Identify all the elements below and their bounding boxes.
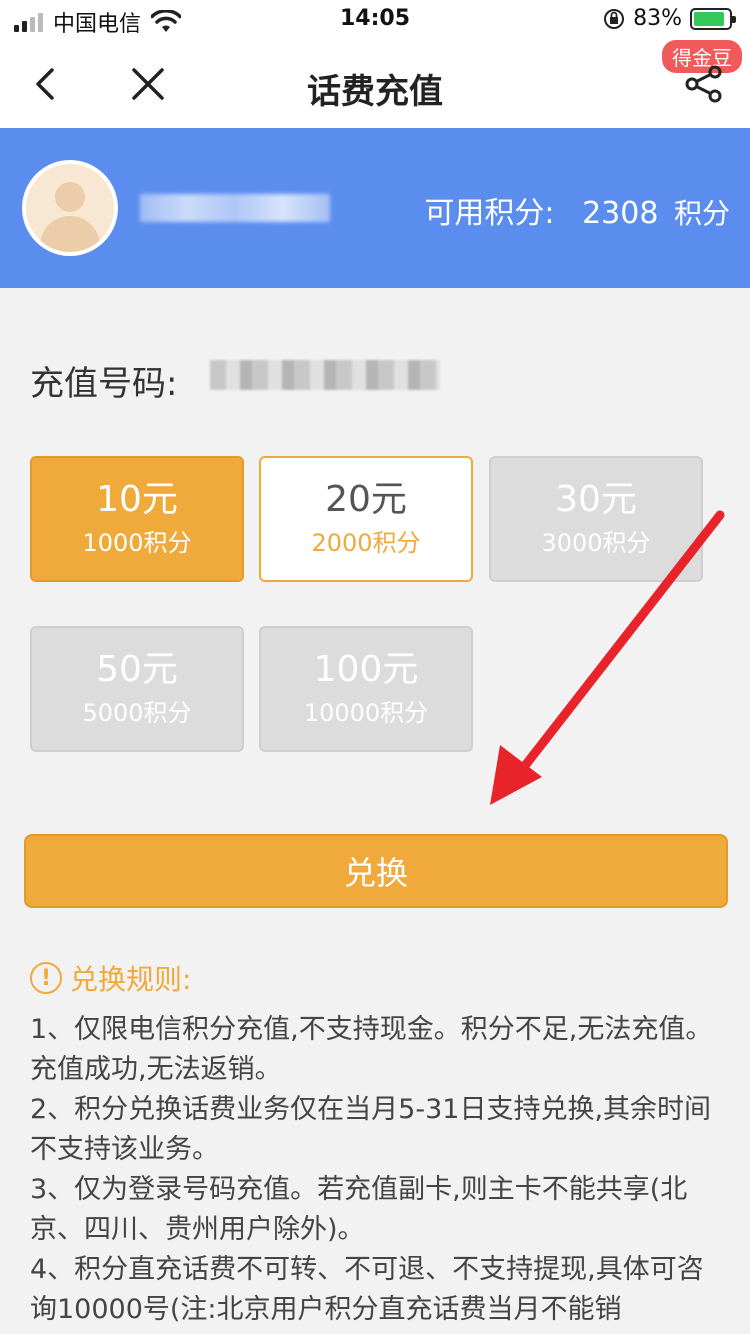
option-50: 50元 5000积分 <box>30 626 244 752</box>
rule-item: 4、积分直充话费不可转、不可退、不支持提现,具体可咨询10000号(注:北京用户… <box>30 1254 704 1325</box>
option-30: 30元 3000积分 <box>489 456 703 582</box>
warning-icon: ! <box>30 962 62 994</box>
points-unit: 积分 <box>673 197 730 230</box>
option-amount: 10元 <box>96 479 178 520</box>
exchange-button[interactable]: 兑换 <box>24 834 728 908</box>
option-points: 1000积分 <box>82 529 192 557</box>
option-20[interactable]: 20元 2000积分 <box>259 456 473 582</box>
nav-bar: 话费充值 得金豆 <box>0 40 750 128</box>
rules-list: 1、仅限电信积分充值,不支持现金。积分不足,无法充值。充值成功,无法返销。 2、… <box>30 1010 722 1330</box>
avatar <box>22 160 118 256</box>
page-title: 话费充值 <box>307 72 443 112</box>
user-header: 可用积分: 2308 积分 <box>0 128 750 288</box>
option-points: 2000积分 <box>311 529 421 557</box>
status-bar: 中国电信 14:05 83% <box>0 0 750 40</box>
battery-icon <box>690 7 736 30</box>
option-10[interactable]: 10元 1000积分 <box>30 456 244 582</box>
share-icon[interactable] <box>682 62 726 106</box>
points-label: 可用积分: <box>424 196 555 231</box>
rule-item: 2、积分兑换话费业务仅在当月5-31日支持兑换,其余时间不支持该业务。 <box>30 1094 712 1165</box>
battery-percent: 83% <box>633 6 682 31</box>
option-points: 5000积分 <box>82 699 192 727</box>
option-amount: 100元 <box>313 649 419 690</box>
available-points: 可用积分: 2308 积分 <box>424 188 730 232</box>
username-masked <box>140 194 330 222</box>
status-right: 83% <box>603 6 736 31</box>
points-value: 2308 <box>582 196 659 231</box>
option-amount: 30元 <box>555 479 637 520</box>
orientation-lock-icon <box>604 8 625 29</box>
option-amount: 20元 <box>325 479 407 520</box>
option-100: 100元 10000积分 <box>259 626 473 752</box>
option-points: 10000积分 <box>303 699 429 727</box>
rule-item: 3、仅为登录号码充值。若充值副卡,则主卡不能共享(北京、四川、贵州用户除外)。 <box>30 1174 688 1245</box>
recharge-number-label: 充值号码: <box>30 364 178 404</box>
rules-title-text: 兑换规则: <box>70 963 192 996</box>
option-points: 3000积分 <box>541 529 651 557</box>
option-amount: 50元 <box>96 649 178 690</box>
rules-title: ! 兑换规则: <box>30 958 191 998</box>
rule-item: 1、仅限电信积分充值,不支持现金。积分不足,无法充值。充值成功,无法返销。 <box>30 1014 713 1085</box>
recharge-number-masked <box>210 360 440 390</box>
